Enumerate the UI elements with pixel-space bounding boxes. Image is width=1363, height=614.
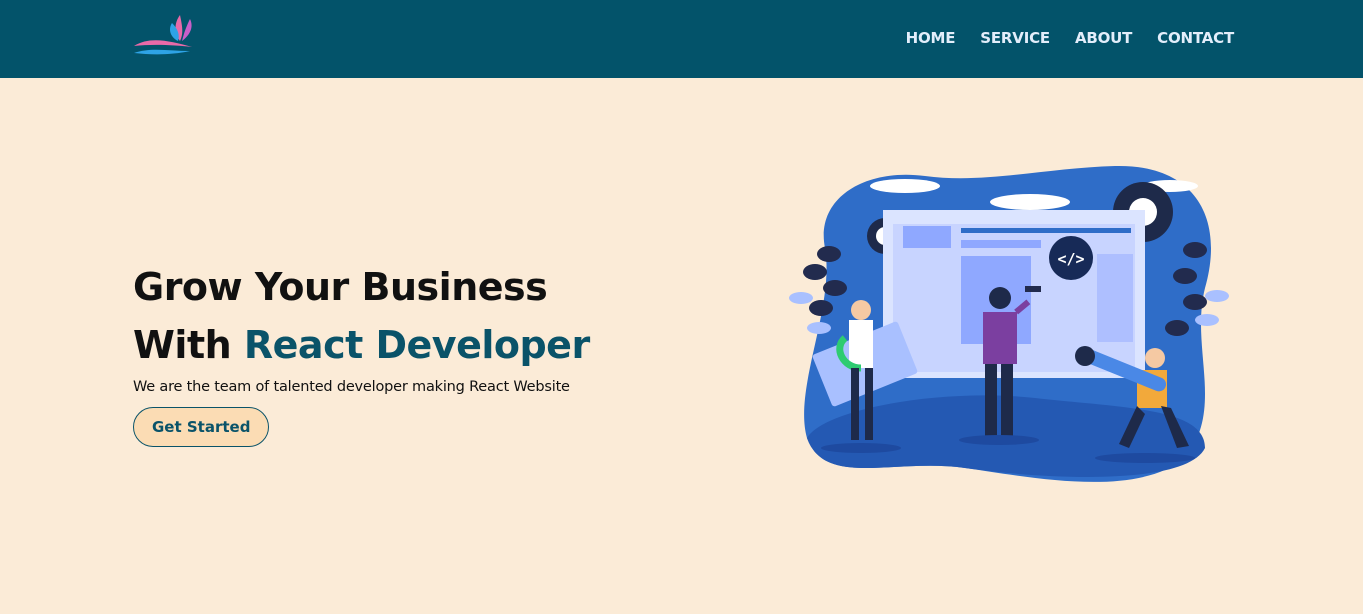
code-badge-text: </> [1057,250,1084,268]
nav-link-contact[interactable]: CONTACT [1157,29,1234,47]
nav-link-service[interactable]: SERVICE [980,29,1050,47]
hero-title-brand: React Developer [243,323,590,367]
hero-title-prefix: With [133,323,244,367]
hero-content: Grow Your Business With React Developer … [133,258,633,447]
nav-link-home[interactable]: HOME [906,29,956,47]
nav-link-about[interactable]: ABOUT [1075,29,1132,47]
butterfly-logo-icon[interactable] [130,11,200,61]
nav-links: HOME SERVICE ABOUT CONTACT [881,29,1235,47]
web-development-team-illustration-icon: </> [789,165,1229,482]
get-started-button[interactable]: Get Started [133,407,270,447]
hero-title: Grow Your Business With React Developer [133,258,633,374]
hero-subtitle: We are the team of talented developer ma… [133,379,570,395]
hero-title-line1: Grow Your Business [133,265,548,309]
navbar: HOME SERVICE ABOUT CONTACT [0,0,1363,78]
